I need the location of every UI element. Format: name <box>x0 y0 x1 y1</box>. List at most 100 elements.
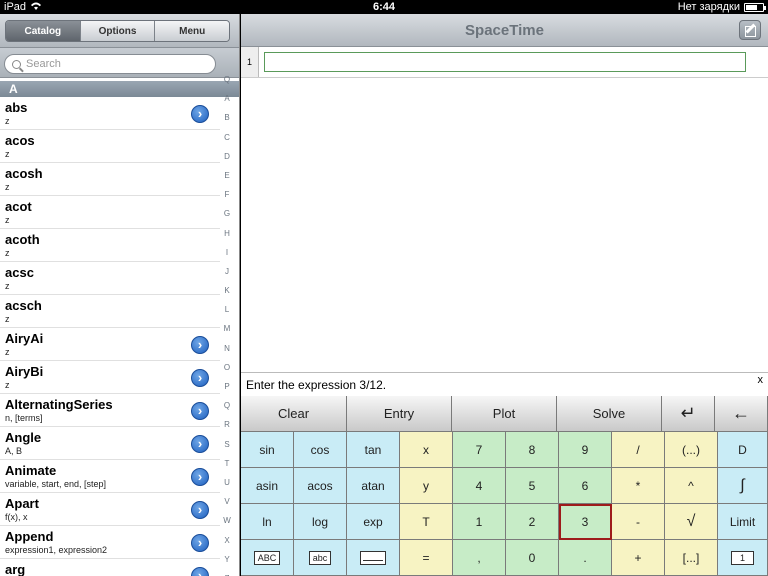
disclosure-chevron-icon[interactable]: › <box>191 369 209 387</box>
list-item[interactable]: AiryAi z › <box>0 328 220 361</box>
plot-button[interactable]: Plot <box>452 396 557 432</box>
key-0-9[interactable]: D <box>718 432 768 468</box>
key-1-0[interactable]: asin <box>241 468 294 504</box>
solve-button[interactable]: Solve <box>557 396 662 432</box>
list-item[interactable]: Animate variable, start, end, [step] › <box>0 460 220 493</box>
key-2-5[interactable]: 2 <box>506 504 559 540</box>
key-2-4[interactable]: 1 <box>453 504 506 540</box>
index-letter[interactable]: Y <box>220 550 234 569</box>
key-3-7[interactable]: + <box>612 540 665 576</box>
key-2-6[interactable]: 3 <box>559 504 612 540</box>
disclosure-chevron-icon[interactable]: › <box>191 402 209 420</box>
key-1-7[interactable]: * <box>612 468 665 504</box>
uppercase-text-key[interactable]: ABC <box>241 540 294 576</box>
key-3-4[interactable]: , <box>453 540 506 576</box>
key-0-6[interactable]: 9 <box>559 432 612 468</box>
key-2-3[interactable]: T <box>400 504 453 540</box>
index-letter[interactable]: H <box>220 224 234 243</box>
list-item[interactable]: acoth z <box>0 229 220 262</box>
tab-options[interactable]: Options <box>79 21 155 41</box>
index-letter[interactable]: D <box>220 147 234 166</box>
fraction-icon[interactable] <box>347 540 400 576</box>
key-3-8[interactable]: [...] <box>665 540 718 576</box>
list-item[interactable]: Apart f(x), x › <box>0 493 220 526</box>
list-item[interactable]: AiryBi z › <box>0 361 220 394</box>
index-letter[interactable]: Q <box>220 396 234 415</box>
key-2-9[interactable]: Limit <box>718 504 768 540</box>
lowercase-text-key[interactable]: abc <box>294 540 347 576</box>
disclosure-chevron-icon[interactable]: › <box>191 534 209 552</box>
key-2-7[interactable]: - <box>612 504 665 540</box>
key-2-1[interactable]: log <box>294 504 347 540</box>
index-letter[interactable]: U <box>220 473 234 492</box>
search-input[interactable]: Search <box>4 54 216 74</box>
disclosure-chevron-icon[interactable]: › <box>191 501 209 519</box>
list-item[interactable]: acos z <box>0 130 220 163</box>
enter-icon[interactable]: ↵ <box>662 396 715 432</box>
index-letter[interactable]: E <box>220 166 234 185</box>
key-0-7[interactable]: / <box>612 432 665 468</box>
key-3-3[interactable]: = <box>400 540 453 576</box>
list-item[interactable]: acosh z <box>0 163 220 196</box>
key-1-9[interactable]: ∫ <box>718 468 768 504</box>
index-letter[interactable]: B <box>220 108 234 127</box>
key-2-0[interactable]: ln <box>241 504 294 540</box>
index-letter[interactable]: A <box>220 89 234 108</box>
disclosure-chevron-icon[interactable]: › <box>191 567 209 576</box>
disclosure-chevron-icon[interactable]: › <box>191 336 209 354</box>
matrix-key[interactable]: 1 <box>718 540 768 576</box>
key-2-2[interactable]: exp <box>347 504 400 540</box>
index-letter[interactable]: X <box>220 531 234 550</box>
index-letter[interactable]: Q <box>220 70 234 89</box>
list-item[interactable]: acsch z <box>0 295 220 328</box>
index-letter[interactable]: V <box>220 492 234 511</box>
edit-button[interactable] <box>739 20 761 40</box>
index-letter[interactable]: T <box>220 454 234 473</box>
key-0-1[interactable]: cos <box>294 432 347 468</box>
index-letter[interactable]: C <box>220 128 234 147</box>
list-item[interactable]: Append expression1, expression2 › <box>0 526 220 559</box>
index-letter[interactable]: I <box>220 243 234 262</box>
key-2-8[interactable]: √ <box>665 504 718 540</box>
key-1-4[interactable]: 4 <box>453 468 506 504</box>
key-0-0[interactable]: sin <box>241 432 294 468</box>
key-0-5[interactable]: 8 <box>506 432 559 468</box>
tab-menu[interactable]: Menu <box>154 21 229 41</box>
backspace-icon[interactable]: ← <box>715 396 768 432</box>
index-letter[interactable]: S <box>220 435 234 454</box>
key-1-5[interactable]: 5 <box>506 468 559 504</box>
key-1-3[interactable]: y <box>400 468 453 504</box>
entry-button[interactable]: Entry <box>347 396 452 432</box>
disclosure-chevron-icon[interactable]: › <box>191 468 209 486</box>
list-item[interactable]: acsc z <box>0 262 220 295</box>
key-3-5[interactable]: 0 <box>506 540 559 576</box>
key-0-2[interactable]: tan <box>347 432 400 468</box>
list-item[interactable]: abs z › <box>0 97 220 130</box>
index-letter[interactable]: G <box>220 204 234 223</box>
key-1-6[interactable]: 6 <box>559 468 612 504</box>
index-letter[interactable]: K <box>220 281 234 300</box>
key-0-8[interactable]: (...) <box>665 432 718 468</box>
index-letter[interactable]: J <box>220 262 234 281</box>
list-item[interactable]: Angle A, B › <box>0 427 220 460</box>
key-3-6[interactable]: . <box>559 540 612 576</box>
list-item[interactable]: AlternatingSeries n, [terms] › <box>0 394 220 427</box>
key-0-3[interactable]: x <box>400 432 453 468</box>
index-letter[interactable]: N <box>220 339 234 358</box>
disclosure-chevron-icon[interactable]: › <box>191 105 209 123</box>
clear-button[interactable]: Clear <box>241 396 347 432</box>
list-item[interactable]: acot z <box>0 196 220 229</box>
index-letter[interactable]: O <box>220 358 234 377</box>
index-letter[interactable]: L <box>220 300 234 319</box>
close-hint-button[interactable]: x <box>758 374 764 386</box>
expression-input[interactable] <box>264 52 746 72</box>
index-letter[interactable]: Z <box>220 569 234 576</box>
key-1-1[interactable]: acos <box>294 468 347 504</box>
key-0-4[interactable]: 7 <box>453 432 506 468</box>
index-letter[interactable]: W <box>220 511 234 530</box>
key-1-8[interactable]: ^ <box>665 468 718 504</box>
index-letter[interactable]: P <box>220 377 234 396</box>
alphabet-index[interactable]: QABCDEFGHIJKLMNOPQRSTUVWXYZ <box>220 70 234 576</box>
tab-catalog[interactable]: Catalog <box>6 21 80 41</box>
index-letter[interactable]: F <box>220 185 234 204</box>
